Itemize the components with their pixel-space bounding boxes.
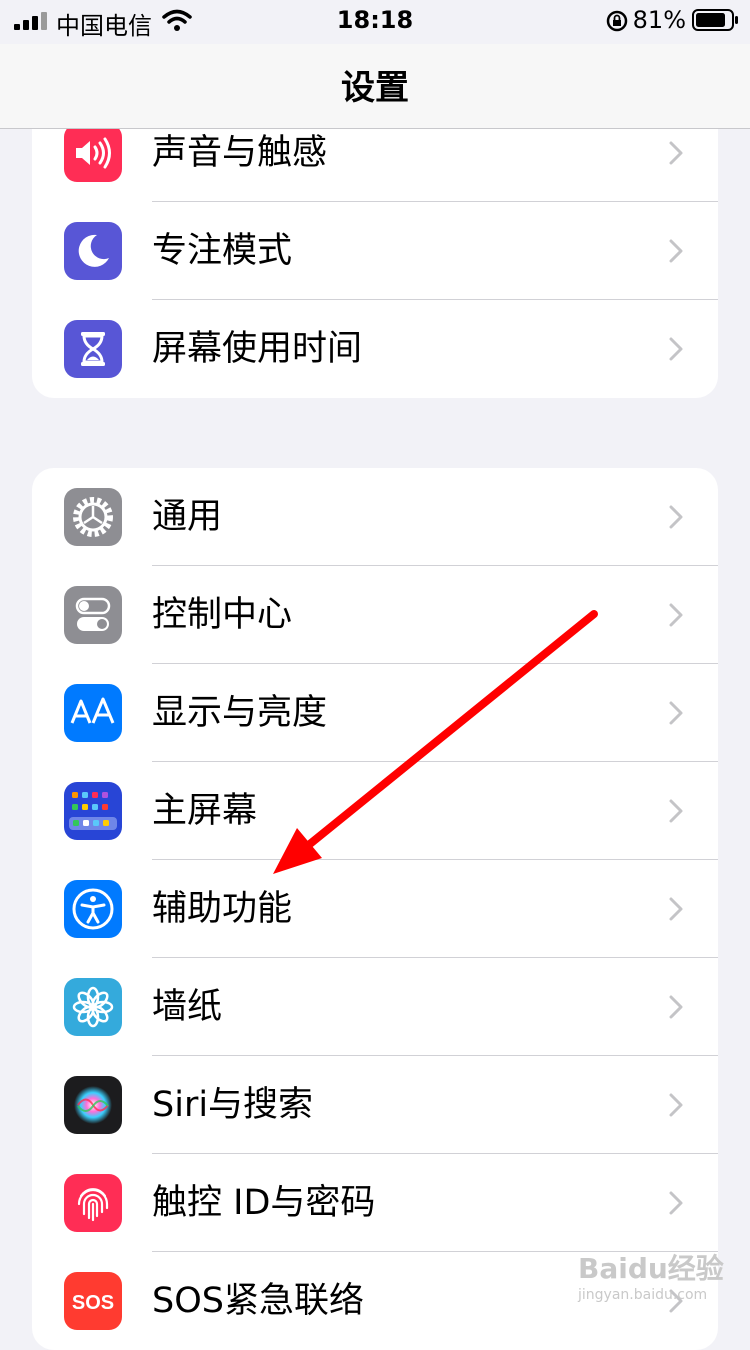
- chevron-right-icon: [669, 1191, 683, 1215]
- home-screen-icon: [64, 782, 122, 840]
- gear-icon: [64, 488, 122, 546]
- siri-icon: [64, 1076, 122, 1134]
- page-title: 设置: [341, 68, 409, 108]
- rotation-lock-icon: [606, 10, 628, 32]
- watermark: Baidu经验 jingyan.baidu.com: [578, 1252, 728, 1322]
- settings-row-focus[interactable]: 专注模式: [32, 202, 718, 300]
- settings-row-screen-time[interactable]: 屏幕使用时间: [32, 300, 718, 398]
- settings-row-label: 主屏幕: [152, 791, 258, 831]
- settings-row-touch-id[interactable]: 触控 ID与密码: [32, 1154, 718, 1252]
- settings-row-label: SOS紧急联络: [152, 1281, 364, 1321]
- status-bar: 中国电信 18:18 81%: [0, 0, 750, 44]
- chevron-right-icon: [669, 897, 683, 921]
- toggles-icon: [64, 586, 122, 644]
- settings-row-label: 通用: [152, 497, 223, 537]
- settings-row-home-screen[interactable]: 主屏幕: [32, 762, 718, 860]
- accessibility-icon: [64, 880, 122, 938]
- chevron-right-icon: [669, 603, 683, 627]
- settings-row-wallpaper[interactable]: 墙纸: [32, 958, 718, 1056]
- settings-row-control-center[interactable]: 控制中心: [32, 566, 718, 664]
- chevron-right-icon: [669, 1093, 683, 1117]
- hourglass-icon: [64, 320, 122, 378]
- settings-group-2: 通用 控制中心 显示与亮度 主屏幕 辅助功能 墙纸 Siri与搜索 触控 ID与…: [32, 468, 718, 1350]
- chevron-right-icon: [669, 995, 683, 1019]
- settings-row-general[interactable]: 通用: [32, 468, 718, 566]
- settings-row-label: 专注模式: [152, 231, 293, 271]
- sos-icon: SOS: [64, 1272, 122, 1330]
- settings-row-siri-search[interactable]: Siri与搜索: [32, 1056, 718, 1154]
- settings-row-label: 辅助功能: [152, 889, 293, 929]
- moon-icon: [64, 222, 122, 280]
- settings-row-label: 显示与亮度: [152, 693, 328, 733]
- settings-group-1: 声音与触感 专注模式 屏幕使用时间: [32, 104, 718, 398]
- settings-row-label: 墙纸: [152, 987, 223, 1027]
- settings-row-label: 屏幕使用时间: [152, 329, 363, 369]
- settings-row-accessibility[interactable]: 辅助功能: [32, 860, 718, 958]
- chevron-right-icon: [669, 141, 683, 165]
- watermark-subtext: jingyan.baidu.com: [578, 1287, 708, 1303]
- battery-percentage: 81%: [632, 6, 686, 34]
- chevron-right-icon: [669, 799, 683, 823]
- watermark-text: Baidu经验: [578, 1252, 724, 1285]
- navigation-bar: 设置: [0, 44, 750, 129]
- settings-row-label: Siri与搜索: [152, 1085, 314, 1125]
- settings-row-label: 控制中心: [152, 595, 293, 635]
- fingerprint-icon: [64, 1174, 122, 1232]
- settings-row-label: 触控 ID与密码: [152, 1183, 376, 1223]
- chevron-right-icon: [669, 239, 683, 263]
- chevron-right-icon: [669, 701, 683, 725]
- sos-icon-text: SOS: [72, 1292, 114, 1314]
- chevron-right-icon: [669, 505, 683, 529]
- chevron-right-icon: [669, 337, 683, 361]
- battery-icon: [692, 9, 738, 31]
- settings-row-label: 声音与触感: [152, 133, 328, 173]
- settings-row-display-brightness[interactable]: 显示与亮度: [32, 664, 718, 762]
- speaker-icon: [64, 124, 122, 182]
- text-size-icon: [64, 684, 122, 742]
- flower-icon: [64, 978, 122, 1036]
